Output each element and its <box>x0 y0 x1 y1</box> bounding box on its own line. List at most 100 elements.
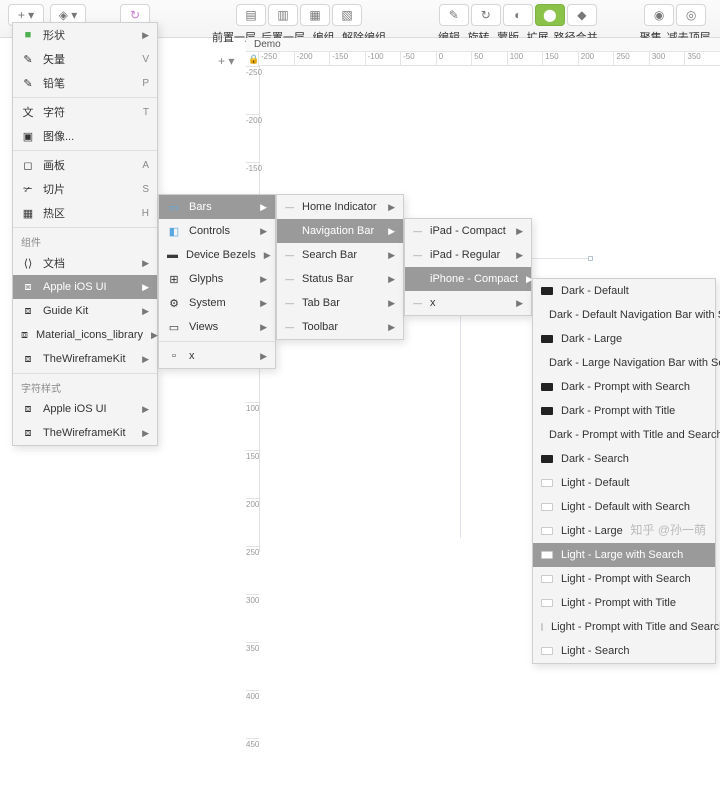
chevron-right-icon: ▶ <box>388 298 395 309</box>
menu-item[interactable]: ⧈Apple iOS UI▶ <box>13 275 157 299</box>
chevron-right-icon: ▶ <box>142 354 149 365</box>
menu-item[interactable]: Light - Large with Search <box>533 543 715 567</box>
menu-item[interactable]: ▣图像... <box>13 124 157 148</box>
menu-item[interactable]: ▭Views▶ <box>159 315 275 339</box>
item-icon: ▣ <box>21 129 35 143</box>
menu-item[interactable]: —Search Bar▶ <box>277 243 403 267</box>
insert-menu: ■形状▶✎矢量V✎铅笔P 文字符T▣图像... ◻画板A✃切片S▦热区H 组件⟨⟩文档… <box>12 22 158 446</box>
chevron-right-icon: ▶ <box>142 428 149 439</box>
menu-item[interactable]: Light - Prompt with Title <box>533 591 715 615</box>
menu-item[interactable]: ▦热区H <box>13 201 157 225</box>
menu-item[interactable]: Dark - Prompt with Title and Search <box>533 423 715 447</box>
menu-item[interactable]: Light - Default with Search <box>533 495 715 519</box>
menu-item[interactable]: —Navigation Bar▶ <box>277 219 403 243</box>
tb-ungroup[interactable]: ▧ <box>332 4 362 26</box>
menu-item[interactable]: ⧈Guide Kit▶ <box>13 299 157 323</box>
item-icon: ✎ <box>21 76 35 90</box>
menu-item[interactable]: Light - Default <box>533 471 715 495</box>
menu-item[interactable]: Light - Prompt with Title and Search <box>533 615 715 639</box>
menu-item[interactable]: 文字符T <box>13 100 157 124</box>
menu-item[interactable]: —Status Bar▶ <box>277 267 403 291</box>
tb-mask[interactable]: ◐ <box>503 4 533 26</box>
chevron-right-icon: ▶ <box>516 250 523 261</box>
menu-item[interactable]: ⧈Apple iOS UI▶ <box>13 397 157 421</box>
menu-item[interactable]: Light - Prompt with Search <box>533 567 715 591</box>
item-icon: ▭ <box>167 320 181 334</box>
menu-item[interactable]: —Toolbar▶ <box>277 315 403 339</box>
chevron-right-icon: ▶ <box>260 351 267 362</box>
menu-item[interactable]: Dark - Prompt with Title <box>533 399 715 423</box>
tb-gather[interactable]: ◉ <box>644 4 674 26</box>
tb-path[interactable]: ◆ <box>567 4 597 26</box>
chevron-right-icon: ▶ <box>260 226 267 237</box>
item-icon: ◧ <box>167 224 181 238</box>
menu-item[interactable]: ⊞Glyphs▶ <box>159 267 275 291</box>
chevron-right-icon: ▶ <box>264 250 271 261</box>
submenu-apple-ios-ui: ▭Bars▶◧Controls▶▬Device Bezels▶⊞Glyphs▶⚙… <box>158 194 276 369</box>
chevron-right-icon: ▶ <box>260 322 267 333</box>
handle[interactable] <box>588 256 593 261</box>
add-page-icon[interactable]: + ▾ <box>218 54 234 68</box>
chevron-right-icon: ▶ <box>388 274 395 285</box>
tb-group[interactable]: ▦ <box>300 4 330 26</box>
menu-item[interactable]: ▫x▶ <box>159 344 275 368</box>
submenu-bars: —Home Indicator▶—Navigation Bar▶—Search … <box>276 194 404 340</box>
menu-item[interactable]: ▬Device Bezels▶ <box>159 243 275 267</box>
item-icon: ⊞ <box>167 272 181 286</box>
menu-item[interactable]: Dark - Search <box>533 447 715 471</box>
watermark: 知乎 @孙一萌 <box>630 521 706 538</box>
chevron-right-icon: ▶ <box>388 202 395 213</box>
submenu-iphone-compact: Dark - DefaultDark - Default Navigation … <box>532 278 716 664</box>
menu-item[interactable]: ⧈TheWireframeKit▶ <box>13 421 157 445</box>
item-icon: ▦ <box>21 206 35 220</box>
menu-item[interactable]: Dark - Prompt with Search <box>533 375 715 399</box>
item-icon: ⧈ <box>21 352 35 366</box>
menu-item[interactable]: ◧Controls▶ <box>159 219 275 243</box>
menu-item[interactable]: Dark - Large <box>533 327 715 351</box>
menu-item[interactable]: —iPad - Regular▶ <box>405 243 531 267</box>
item-icon: ✎ <box>21 52 35 66</box>
item-icon: ⧈ <box>21 328 28 342</box>
menu-item[interactable]: —iPhone - Compact▶ <box>405 267 531 291</box>
menu-item[interactable]: —Tab Bar▶ <box>277 291 403 315</box>
menu-item[interactable]: ▭Bars▶ <box>159 195 275 219</box>
chevron-right-icon: ▶ <box>388 226 395 237</box>
menu-item[interactable]: ⧈Material_icons_library▶ <box>13 323 157 347</box>
menu-item[interactable]: ◻画板A <box>13 153 157 177</box>
menu-item[interactable]: ✎矢量V <box>13 47 157 71</box>
item-icon: ⧈ <box>21 402 35 416</box>
menu-header: 组件 <box>13 230 157 251</box>
tb-expand[interactable]: ⬤ <box>535 4 565 26</box>
tb-subtract[interactable]: ◎ <box>676 4 706 26</box>
menu-item[interactable]: Dark - Default Navigation Bar with Searc… <box>533 303 715 327</box>
menu-item[interactable]: ⟨⟩文档▶ <box>13 251 157 275</box>
item-icon: ▬ <box>167 248 178 262</box>
menu-item[interactable]: —iPad - Compact▶ <box>405 219 531 243</box>
menu-item[interactable]: ✃切片S <box>13 177 157 201</box>
tb-back[interactable]: ▥ <box>268 4 298 26</box>
tb-front[interactable]: ▤ <box>236 4 266 26</box>
chevron-right-icon: ▶ <box>142 258 149 269</box>
tb-edit[interactable]: ✎ <box>439 4 469 26</box>
menu-item[interactable]: ■形状▶ <box>13 23 157 47</box>
menu-item[interactable]: Dark - Default <box>533 279 715 303</box>
menu-item[interactable]: ⚙System▶ <box>159 291 275 315</box>
menu-item[interactable]: —x▶ <box>405 291 531 315</box>
chevron-right-icon: ▶ <box>388 322 395 333</box>
chevron-right-icon: ▶ <box>260 202 267 213</box>
menu-item[interactable]: Dark - Large Navigation Bar with Search <box>533 351 715 375</box>
item-icon: ■ <box>21 28 35 42</box>
item-icon: ⧈ <box>21 426 35 440</box>
menu-item[interactable]: ⧈TheWireframeKit▶ <box>13 347 157 371</box>
chevron-right-icon: ▶ <box>151 330 158 341</box>
chevron-right-icon: ▶ <box>388 250 395 261</box>
doc-tab[interactable]: Demo <box>246 38 289 51</box>
menu-item[interactable]: ✎铅笔P <box>13 71 157 95</box>
chevron-right-icon: ▶ <box>142 404 149 415</box>
tb-rotate[interactable]: ↻ <box>471 4 501 26</box>
menu-item[interactable]: Light - Search <box>533 639 715 663</box>
chevron-right-icon: ▶ <box>516 298 523 309</box>
menu-header: 字符样式 <box>13 376 157 397</box>
menu-item[interactable]: —Home Indicator▶ <box>277 195 403 219</box>
item-icon: ⚙ <box>167 296 181 310</box>
